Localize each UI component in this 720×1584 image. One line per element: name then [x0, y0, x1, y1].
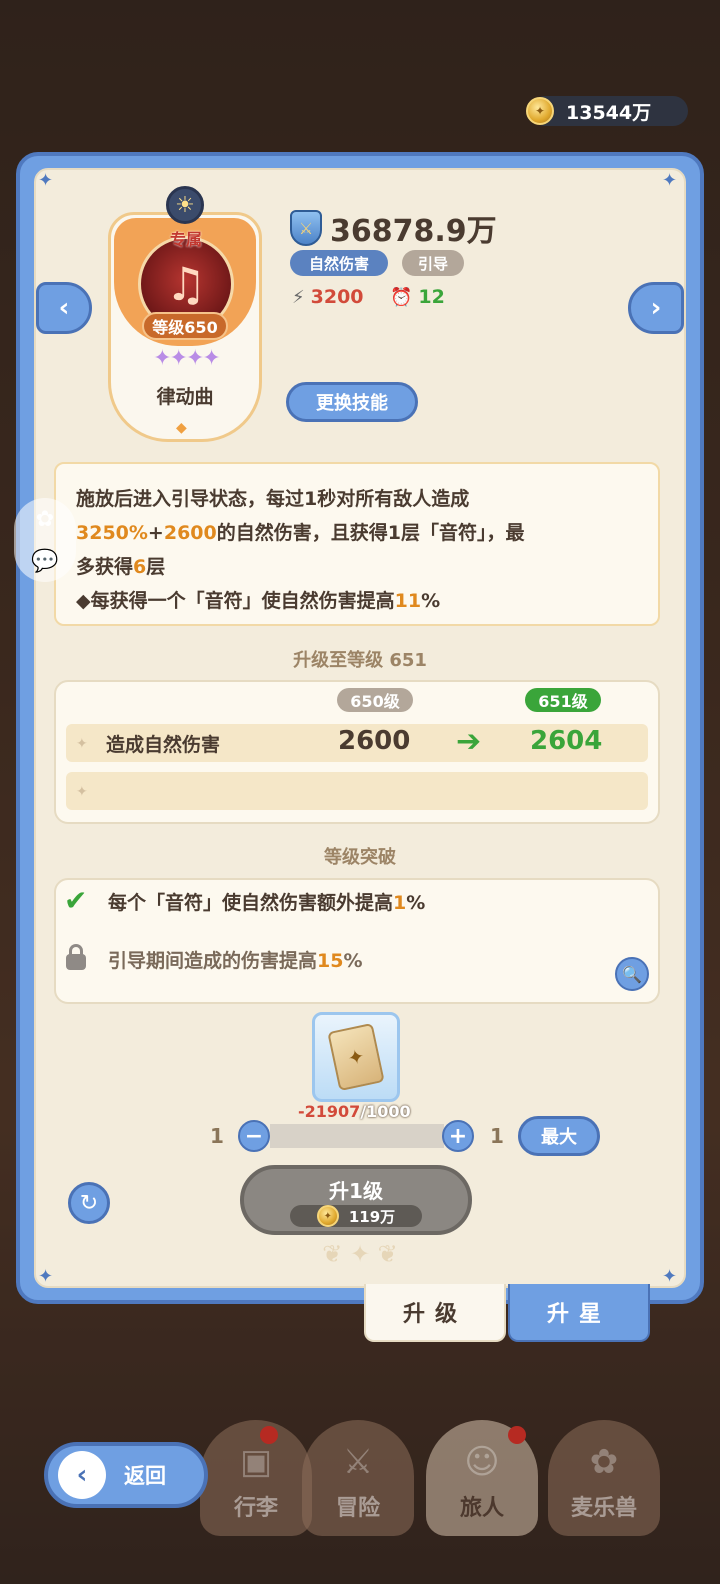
increase-button[interactable]: + [442, 1120, 474, 1152]
diamond-icon: ✦ [76, 784, 88, 800]
power-row: ⚔ 36878.9万 [290, 206, 497, 250]
magnifier-icon: 🔍 [622, 964, 642, 984]
ornament-icon: ❦ ✦ ❦ [322, 1240, 398, 1268]
quantity-slider[interactable] [270, 1124, 444, 1148]
decrease-button[interactable]: − [238, 1120, 270, 1152]
nav-item-adventure[interactable]: ⚔ 冒险 [302, 1420, 414, 1536]
sprite-icon: ✿ [35, 506, 55, 532]
energy-stat: ⚡ 3200 [292, 286, 364, 308]
gold-coin-icon: ✦ [316, 1205, 339, 1227]
desc-line-2: 3250%+2600的自然伤害，且获得1层「音符」，最 [76, 522, 525, 544]
desc-line-3: 多获得6层 [76, 556, 166, 578]
tag-nature-damage: 自然伤害 [290, 250, 388, 276]
chevron-left-icon: ‹ [58, 293, 70, 323]
corner-star-icon: ✦ [38, 1266, 54, 1287]
plus-icon: + [448, 1123, 468, 1149]
skill-description: 施放后进入引导状态，每过1秒对所有敌人造成 3250%+2600的自然伤害，且获… [54, 462, 660, 626]
corner-star-icon: ✦ [662, 1266, 678, 1287]
cooldown-stat: ⏰ 12 [390, 286, 445, 308]
diamond-icon: ◆ [176, 420, 187, 436]
back-button-label: 返回 [124, 1464, 166, 1488]
qty-min: 1 [210, 1124, 224, 1148]
nav-item-pet[interactable]: ✿ 麦乐兽 [548, 1420, 660, 1536]
chevron-right-icon: › [650, 293, 662, 323]
current-value: 2600 [338, 726, 411, 756]
fox-icon: ✿ [589, 1442, 619, 1482]
notification-badge [508, 1426, 526, 1444]
skill-level-badge: 等级650 [142, 312, 228, 340]
zoom-button[interactable]: 🔍 [615, 957, 649, 991]
energy-value: 3200 [310, 286, 364, 308]
upgrade-cost: ✦ 119万 [290, 1205, 422, 1227]
qty-max: 1 [490, 1124, 504, 1148]
crossed-swords-icon: ⚔ [342, 1442, 374, 1482]
backpack-icon: ▣ [239, 1442, 273, 1482]
row-label: 造成自然伤害 [106, 734, 221, 756]
chat-icon: 💬 [31, 548, 59, 574]
sword-shield-icon: ⚔ [290, 210, 322, 246]
power-value: 36878.9万 [330, 214, 497, 249]
back-button[interactable]: ‹ 返回 [44, 1442, 208, 1508]
prev-skill-button[interactable]: ‹ [36, 282, 92, 334]
skill-book-icon: ✦ [327, 1022, 385, 1092]
reset-button[interactable]: ↻ [68, 1182, 110, 1224]
next-skill-button[interactable]: › [628, 282, 684, 334]
material-slot[interactable]: ✦ [312, 1012, 400, 1102]
upgrade-title: 升级至等级 651 [293, 650, 427, 671]
clock-icon: ⏰ [390, 286, 413, 308]
currency-amount: 13544万 [566, 101, 652, 124]
sun-icon: ☀ [166, 186, 204, 224]
desc-line-1: 施放后进入引导状态，每过1秒对所有敌人造成 [76, 488, 470, 510]
skill-name: 律动曲 [156, 386, 214, 408]
breakthrough-line-2: 引导期间造成的伤害提高15% [108, 950, 363, 972]
diamond-icon: ✦ [76, 736, 88, 752]
upgrade-button[interactable]: 升1级 ✦ 119万 [240, 1165, 472, 1235]
next-level-pill: 651级 [525, 688, 601, 712]
check-icon: ✔ [64, 884, 88, 917]
tag-channel: 引导 [402, 250, 464, 276]
upgrade-button-label: 升1级 [329, 1179, 383, 1203]
nav-item-luggage[interactable]: ▣ 行李 [200, 1420, 312, 1536]
corner-star-icon: ✦ [662, 170, 678, 191]
tab-level-up[interactable]: 升级 [364, 1284, 506, 1342]
current-level-pill: 650级 [337, 688, 413, 712]
breakthrough-title: 等级突破 [324, 847, 396, 868]
tab-star-up[interactable]: 升星 [508, 1284, 650, 1342]
desc-line-4: ◆每获得一个「音符」使自然伤害提高11% [76, 590, 441, 612]
change-skill-button[interactable]: 更换技能 [286, 382, 418, 422]
star-rating: ✦✦✦✦ [153, 346, 221, 371]
floating-assistant-button[interactable]: ✿ 💬 [14, 498, 76, 582]
currency-display: ✦ 13544万 [526, 96, 688, 126]
lightning-icon: ⚡ [292, 286, 305, 308]
back-arrow-icon: ‹ [58, 1451, 106, 1499]
minus-icon: − [244, 1123, 264, 1149]
material-count: -21907/1000 [298, 1102, 411, 1121]
next-value: 2604 [530, 726, 603, 756]
gold-coin-icon: ✦ [526, 97, 554, 125]
corner-star-icon: ✦ [38, 170, 54, 191]
character-icon: ☺ [464, 1442, 500, 1482]
notification-badge [260, 1426, 278, 1444]
table-row [66, 772, 648, 810]
max-button[interactable]: 最大 [518, 1116, 600, 1156]
arrow-right-icon: ➔ [456, 724, 482, 759]
breakthrough-line-1: 每个「音符」使自然伤害额外提高1% [108, 892, 426, 914]
exclusive-label: 专属 [169, 230, 202, 249]
refresh-icon: ↻ [79, 1190, 99, 1216]
lock-icon [66, 944, 86, 970]
cooldown-value: 12 [418, 286, 445, 308]
